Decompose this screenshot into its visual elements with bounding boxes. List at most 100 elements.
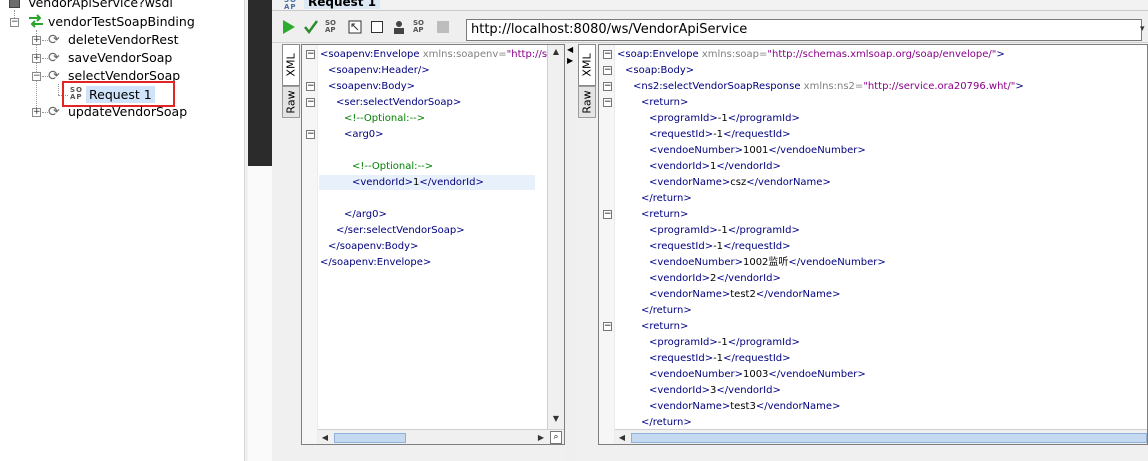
zoom-icon[interactable]: ⌕: [550, 431, 562, 444]
code-line: <soap:Envelope xmlns:soap="http://schema…: [617, 47, 1024, 63]
code-line: <arg0>: [320, 127, 564, 143]
code-line: <soapenv:Body>: [320, 79, 564, 95]
editor-splitter[interactable]: ◀ ▶: [566, 44, 576, 461]
tree-node-save-vendor-soap[interactable]: saveVendorSoap: [68, 49, 172, 67]
code-token: <soapenv:Envelope: [320, 49, 423, 60]
code-token: <vendorName>: [649, 401, 731, 412]
tree-node-binding[interactable]: vendorTestSoapBinding: [48, 13, 195, 31]
collapse-icon[interactable]: −: [603, 210, 612, 219]
tree-node-update-vendor-soap[interactable]: updateVendorSoap: [68, 103, 187, 121]
tab-raw[interactable]: Raw: [578, 86, 596, 118]
code-token: </vendorId>: [716, 273, 781, 284]
code-token: <vendoeNumber>: [649, 257, 743, 268]
code-token: <return>: [641, 321, 689, 332]
code-line: <vendorId>1</vendorId>: [320, 175, 564, 191]
soap-request-icon: SO AP: [284, 0, 297, 11]
code-line: <requestId>-1</requestId>: [617, 127, 1024, 143]
request-vertical-scrollbar[interactable]: ▲ ▼: [547, 45, 564, 429]
collapse-icon[interactable]: −: [306, 130, 315, 139]
scroll-left-icon[interactable]: ◀: [617, 433, 627, 443]
expand-icon[interactable]: +: [32, 36, 41, 45]
code-token: </vendoeNumber>: [768, 369, 866, 380]
collapse-icon[interactable]: −: [10, 18, 19, 27]
chevron-left-icon[interactable]: ◀: [567, 45, 573, 54]
expand-icon[interactable]: +: [32, 54, 41, 63]
code-token: </requestId>: [723, 241, 791, 252]
response-horizontal-scrollbar[interactable]: ◀: [615, 429, 1147, 444]
code-token: </vendorId>: [419, 177, 484, 188]
scroll-thumb[interactable]: [334, 433, 406, 443]
code-line: <vendorId>3</vendorId>: [617, 383, 1024, 399]
code-line: <soap:Body>: [617, 63, 1024, 79]
tab-raw[interactable]: Raw: [282, 86, 300, 118]
code-token: <vendoeNumber>: [649, 145, 743, 156]
code-token: -1: [713, 353, 724, 364]
code-token: <vendorName>: [649, 177, 731, 188]
code-token: <soap:Envelope: [617, 49, 702, 60]
code-token: <soapenv:Header/>: [328, 65, 430, 76]
collapse-icon[interactable]: −: [306, 50, 315, 59]
code-token: </return>: [641, 193, 692, 204]
add-assertion-icon[interactable]: [303, 19, 319, 35]
collapse-icon[interactable]: −: [32, 72, 41, 81]
chevron-right-icon[interactable]: ▶: [567, 56, 573, 65]
code-token: </programId>: [727, 337, 800, 348]
collapse-icon[interactable]: −: [306, 82, 315, 91]
user-auth-icon[interactable]: [391, 19, 407, 35]
code-token: </vendorId>: [716, 161, 781, 172]
code-token: </vendorName>: [755, 401, 841, 412]
code-token: </vendorName>: [755, 289, 841, 300]
code-token: </requestId>: [723, 129, 791, 140]
create-soap-icon[interactable]: SO AP: [325, 19, 341, 35]
cancel-icon[interactable]: [435, 19, 451, 35]
response-code: <soap:Envelope xmlns:soap="http://schema…: [617, 47, 1024, 431]
chevron-down-icon[interactable]: ▾: [1140, 24, 1148, 36]
code-token: csz: [730, 177, 747, 188]
code-token: 1001: [742, 145, 769, 156]
collapse-icon[interactable]: −: [603, 322, 612, 331]
response-xml-editor[interactable]: − − − − − − <soap:Envelope xmlns:soap="h…: [598, 44, 1148, 445]
scroll-down-icon[interactable]: ▼: [551, 414, 561, 424]
endpoint-url-field[interactable]: http://localhost:8080/ws/VendorApiServic…: [466, 19, 1142, 41]
code-token: -1: [717, 225, 728, 236]
collapse-icon[interactable]: −: [603, 98, 612, 107]
request-horizontal-scrollbar[interactable]: ◀ ▶ ⌕: [318, 429, 564, 444]
code-token: </programId>: [727, 225, 800, 236]
code-token: >: [996, 49, 1005, 60]
editor-gutter: − − − − − −: [599, 45, 615, 444]
tree-node-delete-vendor-rest[interactable]: deleteVendorRest: [68, 31, 179, 49]
code-token: <!--Optional:-->: [344, 113, 426, 124]
wsdl-icon: [9, 0, 20, 8]
code-token: <return>: [641, 209, 689, 220]
scroll-right-icon[interactable]: ▶: [536, 433, 546, 443]
code-token: "http://schemas.xmlsoap.org/soap/envelop…: [767, 49, 997, 60]
scroll-left-icon[interactable]: ◀: [320, 433, 330, 443]
tab-xml[interactable]: XML: [578, 44, 596, 86]
code-line: <vendorName>test2</vendorName>: [617, 287, 1024, 303]
editor-gutter: − − − −: [302, 45, 318, 444]
code-token: "http://service.ora20796.wht/": [863, 81, 1016, 92]
code-token: </arg0>: [344, 209, 387, 220]
tab-xml[interactable]: XML: [282, 44, 300, 86]
code-token: </soapenv:Body>: [328, 241, 419, 252]
code-token: </vendoeNumber>: [788, 257, 886, 268]
code-line: <ns2:selectVendorSoapResponse xmlns:ns2=…: [617, 79, 1024, 95]
collapse-icon[interactable]: −: [603, 66, 612, 75]
code-line: <return>: [617, 319, 1024, 335]
play-icon[interactable]: [281, 19, 297, 35]
tree-node-wsdl[interactable]: VendorApiService?wsdl: [28, 0, 173, 12]
code-line: <return>: [617, 95, 1024, 111]
checkbox-icon[interactable]: [369, 19, 385, 35]
scroll-up-icon[interactable]: ▲: [551, 47, 561, 57]
code-line: <programId>-1</programId>: [617, 335, 1024, 351]
code-token: >: [1015, 81, 1024, 92]
create-soap-icon[interactable]: SO AP: [413, 19, 429, 35]
code-token: -1: [713, 241, 724, 252]
request-xml-editor[interactable]: − − − − <soapenv:Envelope xmlns:soapenv=…: [301, 44, 565, 445]
scroll-thumb[interactable]: [631, 433, 1147, 443]
expand-icon[interactable]: +: [32, 108, 41, 117]
collapse-icon[interactable]: −: [603, 82, 612, 91]
collapse-icon[interactable]: −: [603, 50, 612, 59]
collapse-icon[interactable]: −: [306, 98, 315, 107]
maximize-icon[interactable]: [347, 19, 363, 35]
